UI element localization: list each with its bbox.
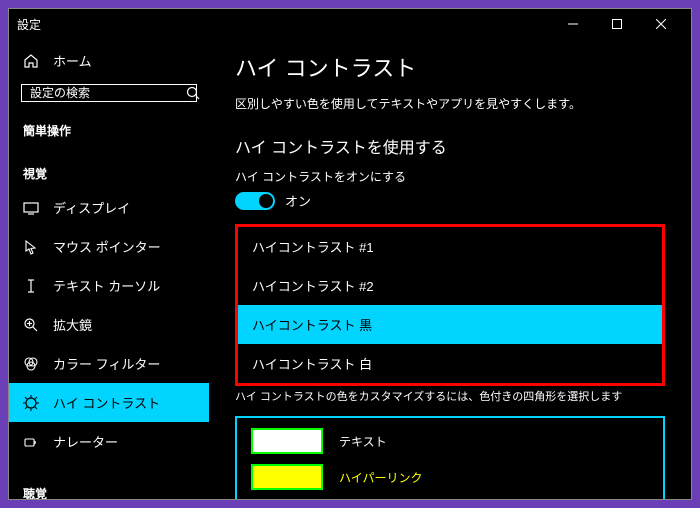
search-icon xyxy=(185,85,201,101)
theme-option[interactable]: ハイコントラスト #2 xyxy=(238,266,662,305)
maximize-button[interactable] xyxy=(595,9,639,39)
sidebar-item-label: ディスプレイ xyxy=(53,198,130,217)
color-filter-icon xyxy=(23,356,39,372)
section-ease-of-access: 簡単操作 xyxy=(9,112,209,145)
close-button[interactable] xyxy=(639,9,683,39)
sidebar-item-label: テキスト カーソル xyxy=(53,276,160,295)
theme-option[interactable]: ハイコントラスト #1 xyxy=(238,227,662,266)
color-preview-box: テキスト ハイパーリンク 淡色表示のテキスト 選択されたテキスト xyxy=(235,416,665,499)
label-text: テキスト xyxy=(339,433,387,450)
sidebar-item-label: ハイ コントラスト xyxy=(53,393,160,412)
swatch-text[interactable] xyxy=(251,428,323,454)
sidebar-item-label: マウス ポインター xyxy=(53,237,161,256)
window-title: 設定 xyxy=(17,16,551,33)
theme-option-selected[interactable]: ハイコントラスト 黒 xyxy=(238,305,662,344)
magnifier-icon xyxy=(23,317,39,333)
sidebar-item-text-cursor[interactable]: テキスト カーソル xyxy=(9,266,209,305)
text-cursor-icon xyxy=(23,278,39,294)
customize-help: ハイ コントラストの色をカスタマイズするには、色付きの四角形を選択します xyxy=(235,388,665,404)
high-contrast-toggle[interactable] xyxy=(235,192,275,210)
display-icon xyxy=(23,200,39,216)
home-icon xyxy=(23,53,39,69)
toggle-state: オン xyxy=(285,191,311,210)
minimize-button[interactable] xyxy=(551,9,595,39)
search-input[interactable] xyxy=(30,86,185,100)
label-hyperlink: ハイパーリンク xyxy=(339,469,423,486)
sidebar-item-label: 拡大鏡 xyxy=(53,315,92,334)
theme-option[interactable]: ハイコントラスト 白 xyxy=(238,344,662,383)
sidebar-item-high-contrast[interactable]: ハイ コントラスト xyxy=(9,383,209,422)
narrator-icon xyxy=(23,434,39,450)
theme-dropdown-open: ハイコントラスト #1 ハイコントラスト #2 ハイコントラスト 黒 ハイコント… xyxy=(235,224,665,386)
sidebar-item-color-filters[interactable]: カラー フィルター xyxy=(9,344,209,383)
sidebar-item-mouse-pointer[interactable]: マウス ポインター xyxy=(9,227,209,266)
toggle-label: ハイ コントラストをオンにする xyxy=(235,168,665,185)
sidebar-item-label: ナレーター xyxy=(53,432,118,451)
sidebar: ホーム 簡単操作 視覚 ディスプレイ マウス ポインター テキスト カーソル xyxy=(9,39,209,499)
main-content: ハイ コントラスト 区別しやすい色を使用してテキストやアプリを見やすくします。 … xyxy=(209,39,691,499)
settings-window: 設定 ホーム 簡単操作 視覚 ディスプレイ マウス ポ xyxy=(9,9,691,499)
sidebar-item-narrator[interactable]: ナレーター xyxy=(9,422,209,461)
titlebar: 設定 xyxy=(9,9,691,39)
page-description: 区別しやすい色を使用してテキストやアプリを見やすくします。 xyxy=(235,95,665,112)
home-label: ホーム xyxy=(53,51,92,70)
cursor-icon xyxy=(23,239,39,255)
section-vision: 視覚 xyxy=(9,155,209,188)
section-hearing: 聴覚 xyxy=(9,475,209,499)
swatch-hyperlink[interactable] xyxy=(251,464,323,490)
sidebar-item-label: カラー フィルター xyxy=(53,354,160,373)
sidebar-item-magnifier[interactable]: 拡大鏡 xyxy=(9,305,209,344)
use-heading: ハイ コントラストを使用する xyxy=(235,134,665,158)
page-title: ハイ コントラスト xyxy=(235,51,665,83)
sidebar-item-display[interactable]: ディスプレイ xyxy=(9,188,209,227)
high-contrast-icon xyxy=(23,395,39,411)
search-box[interactable] xyxy=(21,84,197,102)
home-link[interactable]: ホーム xyxy=(9,43,209,78)
